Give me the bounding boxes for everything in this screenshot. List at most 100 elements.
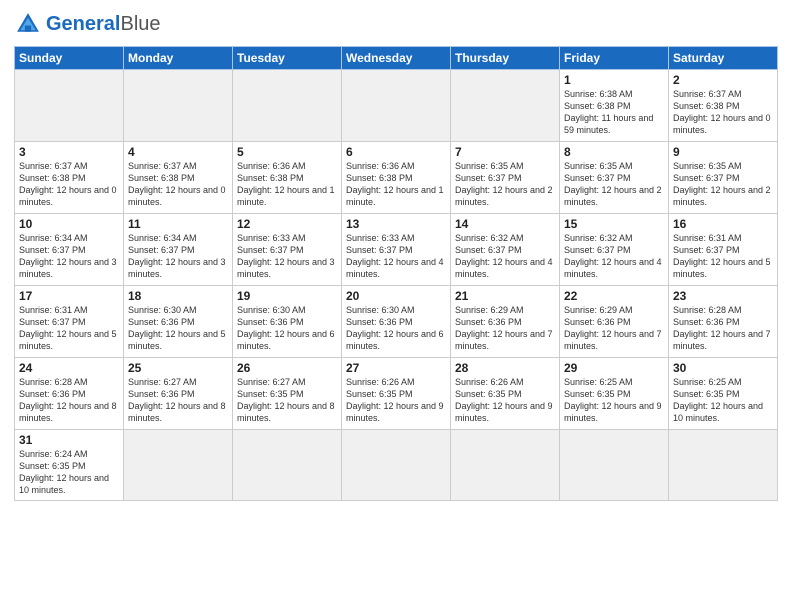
- logo: GeneralBlue: [14, 10, 161, 38]
- day-number: 22: [564, 289, 664, 303]
- day-number: 3: [19, 145, 119, 159]
- day-number: 9: [673, 145, 773, 159]
- calendar-day-cell: 1Sunrise: 6:38 AM Sunset: 6:38 PM Daylig…: [560, 70, 669, 142]
- header: GeneralBlue: [14, 10, 778, 38]
- day-number: 11: [128, 217, 228, 231]
- day-number: 25: [128, 361, 228, 375]
- calendar-day-cell: [124, 70, 233, 142]
- day-number: 15: [564, 217, 664, 231]
- day-number: 20: [346, 289, 446, 303]
- calendar-day-cell: 26Sunrise: 6:27 AM Sunset: 6:35 PM Dayli…: [233, 358, 342, 430]
- day-info: Sunrise: 6:32 AM Sunset: 6:37 PM Dayligh…: [455, 232, 555, 281]
- calendar-day-cell: 11Sunrise: 6:34 AM Sunset: 6:37 PM Dayli…: [124, 214, 233, 286]
- calendar-day-cell: [233, 430, 342, 501]
- calendar-day-cell: 27Sunrise: 6:26 AM Sunset: 6:35 PM Dayli…: [342, 358, 451, 430]
- calendar-day-cell: [342, 70, 451, 142]
- calendar-header-friday: Friday: [560, 47, 669, 70]
- calendar-header-saturday: Saturday: [669, 47, 778, 70]
- calendar-day-cell: 15Sunrise: 6:32 AM Sunset: 6:37 PM Dayli…: [560, 214, 669, 286]
- day-number: 24: [19, 361, 119, 375]
- calendar-day-cell: 18Sunrise: 6:30 AM Sunset: 6:36 PM Dayli…: [124, 286, 233, 358]
- day-info: Sunrise: 6:30 AM Sunset: 6:36 PM Dayligh…: [346, 304, 446, 353]
- calendar-day-cell: 29Sunrise: 6:25 AM Sunset: 6:35 PM Dayli…: [560, 358, 669, 430]
- day-number: 8: [564, 145, 664, 159]
- day-info: Sunrise: 6:33 AM Sunset: 6:37 PM Dayligh…: [346, 232, 446, 281]
- calendar-day-cell: 23Sunrise: 6:28 AM Sunset: 6:36 PM Dayli…: [669, 286, 778, 358]
- calendar-day-cell: 17Sunrise: 6:31 AM Sunset: 6:37 PM Dayli…: [15, 286, 124, 358]
- day-info: Sunrise: 6:35 AM Sunset: 6:37 PM Dayligh…: [455, 160, 555, 209]
- day-info: Sunrise: 6:35 AM Sunset: 6:37 PM Dayligh…: [564, 160, 664, 209]
- calendar-day-cell: 24Sunrise: 6:28 AM Sunset: 6:36 PM Dayli…: [15, 358, 124, 430]
- day-number: 17: [19, 289, 119, 303]
- calendar-day-cell: 2Sunrise: 6:37 AM Sunset: 6:38 PM Daylig…: [669, 70, 778, 142]
- day-info: Sunrise: 6:31 AM Sunset: 6:37 PM Dayligh…: [673, 232, 773, 281]
- calendar-day-cell: 5Sunrise: 6:36 AM Sunset: 6:38 PM Daylig…: [233, 142, 342, 214]
- calendar-day-cell: 12Sunrise: 6:33 AM Sunset: 6:37 PM Dayli…: [233, 214, 342, 286]
- day-info: Sunrise: 6:38 AM Sunset: 6:38 PM Dayligh…: [564, 88, 664, 137]
- calendar-week-row: 1Sunrise: 6:38 AM Sunset: 6:38 PM Daylig…: [15, 70, 778, 142]
- day-info: Sunrise: 6:27 AM Sunset: 6:35 PM Dayligh…: [237, 376, 337, 425]
- calendar-day-cell: [451, 70, 560, 142]
- calendar-day-cell: 3Sunrise: 6:37 AM Sunset: 6:38 PM Daylig…: [15, 142, 124, 214]
- day-info: Sunrise: 6:25 AM Sunset: 6:35 PM Dayligh…: [673, 376, 773, 425]
- calendar-week-row: 24Sunrise: 6:28 AM Sunset: 6:36 PM Dayli…: [15, 358, 778, 430]
- calendar-day-cell: 16Sunrise: 6:31 AM Sunset: 6:37 PM Dayli…: [669, 214, 778, 286]
- day-number: 6: [346, 145, 446, 159]
- day-info: Sunrise: 6:33 AM Sunset: 6:37 PM Dayligh…: [237, 232, 337, 281]
- calendar-header-monday: Monday: [124, 47, 233, 70]
- calendar-day-cell: 31Sunrise: 6:24 AM Sunset: 6:35 PM Dayli…: [15, 430, 124, 501]
- day-number: 10: [19, 217, 119, 231]
- calendar-week-row: 10Sunrise: 6:34 AM Sunset: 6:37 PM Dayli…: [15, 214, 778, 286]
- calendar-day-cell: [15, 70, 124, 142]
- day-number: 2: [673, 73, 773, 87]
- calendar-day-cell: 22Sunrise: 6:29 AM Sunset: 6:36 PM Dayli…: [560, 286, 669, 358]
- day-info: Sunrise: 6:36 AM Sunset: 6:38 PM Dayligh…: [346, 160, 446, 209]
- day-number: 5: [237, 145, 337, 159]
- day-info: Sunrise: 6:28 AM Sunset: 6:36 PM Dayligh…: [673, 304, 773, 353]
- day-number: 28: [455, 361, 555, 375]
- day-number: 12: [237, 217, 337, 231]
- calendar-day-cell: 8Sunrise: 6:35 AM Sunset: 6:37 PM Daylig…: [560, 142, 669, 214]
- calendar-day-cell: 13Sunrise: 6:33 AM Sunset: 6:37 PM Dayli…: [342, 214, 451, 286]
- calendar-day-cell: [124, 430, 233, 501]
- calendar-day-cell: 21Sunrise: 6:29 AM Sunset: 6:36 PM Dayli…: [451, 286, 560, 358]
- calendar-day-cell: 14Sunrise: 6:32 AM Sunset: 6:37 PM Dayli…: [451, 214, 560, 286]
- calendar-day-cell: [560, 430, 669, 501]
- day-number: 19: [237, 289, 337, 303]
- day-info: Sunrise: 6:29 AM Sunset: 6:36 PM Dayligh…: [564, 304, 664, 353]
- calendar-header-row: SundayMondayTuesdayWednesdayThursdayFrid…: [15, 47, 778, 70]
- day-number: 26: [237, 361, 337, 375]
- day-number: 1: [564, 73, 664, 87]
- day-info: Sunrise: 6:30 AM Sunset: 6:36 PM Dayligh…: [237, 304, 337, 353]
- calendar-day-cell: 6Sunrise: 6:36 AM Sunset: 6:38 PM Daylig…: [342, 142, 451, 214]
- calendar-day-cell: 20Sunrise: 6:30 AM Sunset: 6:36 PM Dayli…: [342, 286, 451, 358]
- calendar-week-row: 3Sunrise: 6:37 AM Sunset: 6:38 PM Daylig…: [15, 142, 778, 214]
- day-info: Sunrise: 6:27 AM Sunset: 6:36 PM Dayligh…: [128, 376, 228, 425]
- calendar-header-wednesday: Wednesday: [342, 47, 451, 70]
- day-info: Sunrise: 6:26 AM Sunset: 6:35 PM Dayligh…: [346, 376, 446, 425]
- day-number: 16: [673, 217, 773, 231]
- calendar-week-row: 17Sunrise: 6:31 AM Sunset: 6:37 PM Dayli…: [15, 286, 778, 358]
- day-number: 30: [673, 361, 773, 375]
- day-number: 7: [455, 145, 555, 159]
- logo-text: GeneralBlue: [46, 13, 161, 36]
- calendar-header-thursday: Thursday: [451, 47, 560, 70]
- day-info: Sunrise: 6:37 AM Sunset: 6:38 PM Dayligh…: [128, 160, 228, 209]
- day-info: Sunrise: 6:37 AM Sunset: 6:38 PM Dayligh…: [19, 160, 119, 209]
- day-info: Sunrise: 6:34 AM Sunset: 6:37 PM Dayligh…: [19, 232, 119, 281]
- calendar-day-cell: [451, 430, 560, 501]
- day-info: Sunrise: 6:35 AM Sunset: 6:37 PM Dayligh…: [673, 160, 773, 209]
- day-info: Sunrise: 6:25 AM Sunset: 6:35 PM Dayligh…: [564, 376, 664, 425]
- day-info: Sunrise: 6:34 AM Sunset: 6:37 PM Dayligh…: [128, 232, 228, 281]
- calendar-day-cell: 10Sunrise: 6:34 AM Sunset: 6:37 PM Dayli…: [15, 214, 124, 286]
- day-info: Sunrise: 6:36 AM Sunset: 6:38 PM Dayligh…: [237, 160, 337, 209]
- calendar-day-cell: 19Sunrise: 6:30 AM Sunset: 6:36 PM Dayli…: [233, 286, 342, 358]
- day-number: 14: [455, 217, 555, 231]
- calendar-week-row: 31Sunrise: 6:24 AM Sunset: 6:35 PM Dayli…: [15, 430, 778, 501]
- generalblue-logo-icon: [14, 10, 42, 38]
- day-info: Sunrise: 6:29 AM Sunset: 6:36 PM Dayligh…: [455, 304, 555, 353]
- day-info: Sunrise: 6:32 AM Sunset: 6:37 PM Dayligh…: [564, 232, 664, 281]
- day-info: Sunrise: 6:37 AM Sunset: 6:38 PM Dayligh…: [673, 88, 773, 137]
- calendar-day-cell: 25Sunrise: 6:27 AM Sunset: 6:36 PM Dayli…: [124, 358, 233, 430]
- calendar-day-cell: 9Sunrise: 6:35 AM Sunset: 6:37 PM Daylig…: [669, 142, 778, 214]
